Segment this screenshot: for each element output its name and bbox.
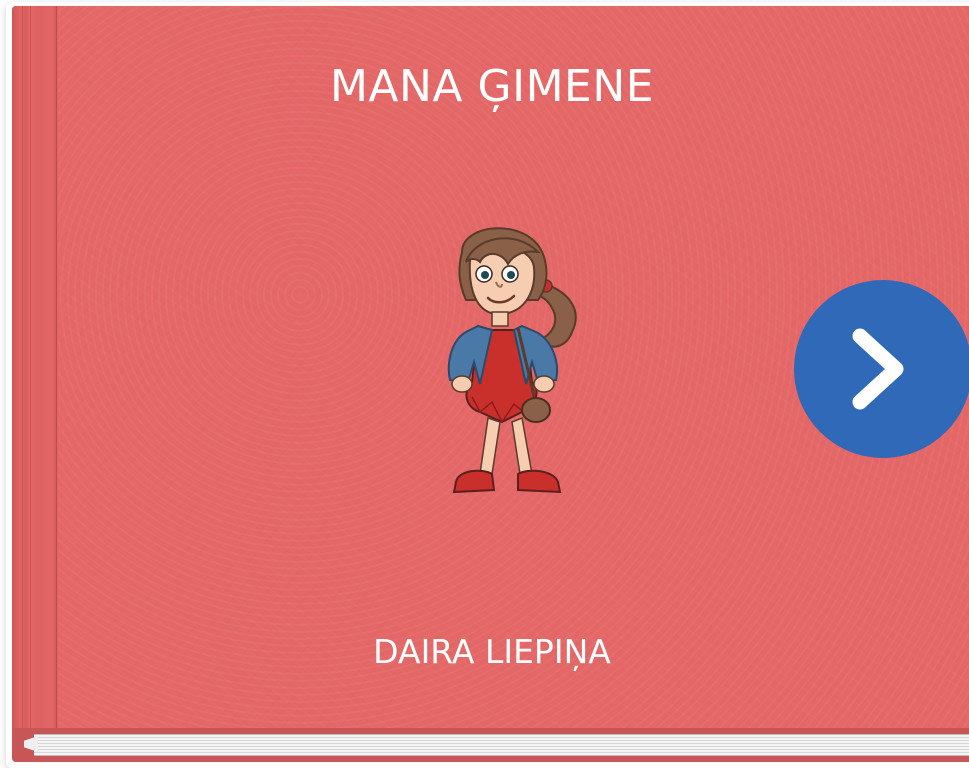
- page-stack: [34, 734, 969, 756]
- book-viewer: MANA ĢIMENE DAIRA LIEPIŅA: [0, 0, 969, 768]
- spine-line: [22, 6, 23, 728]
- book-title: MANA ĢIMENE: [329, 61, 655, 112]
- spine-line: [56, 6, 57, 728]
- girl-character-illustration: [447, 227, 577, 494]
- spine-line: [30, 6, 31, 728]
- book-author: DAIRA LIEPIŅA: [373, 632, 611, 671]
- book-spine: [12, 6, 58, 728]
- page-edges: [12, 728, 969, 762]
- next-page-button[interactable]: [794, 280, 969, 458]
- chevron-right-icon: [852, 328, 904, 410]
- page-corner: [24, 736, 38, 752]
